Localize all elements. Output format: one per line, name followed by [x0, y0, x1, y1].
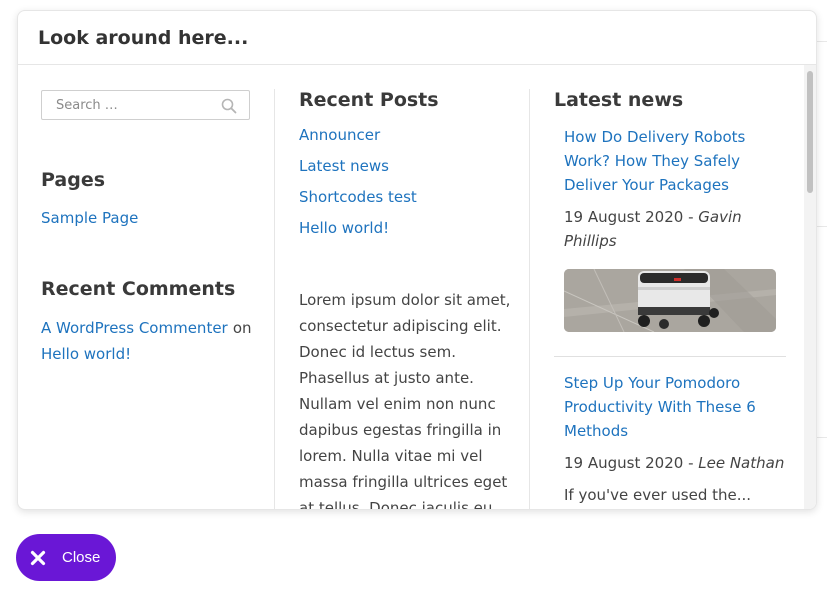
recent-posts-title: Recent Posts — [299, 89, 439, 111]
news-meta-separator: - — [683, 454, 699, 472]
search-input[interactable] — [54, 97, 218, 114]
close-button-label: Close — [62, 549, 101, 566]
list-item: Shortcodes test — [299, 187, 553, 218]
news-date: 19 August 2020 — [564, 208, 684, 226]
news-meta: 19 August 2020 - Lee Nathan — [564, 451, 786, 475]
list-item: Announcer — [299, 125, 553, 156]
news-date: 19 August 2020 — [564, 454, 684, 472]
list-item: Hello world! — [299, 218, 553, 249]
panel-header: Look around here... — [18, 11, 816, 65]
close-icon — [30, 550, 46, 565]
recent-comments-title: Recent Comments — [41, 278, 236, 300]
news-author: Lee Nathan — [698, 454, 785, 472]
news-meta: 19 August 2020 - Gavin Phillips — [564, 205, 786, 253]
sample-page-link[interactable]: Sample Page — [41, 209, 138, 227]
list-item: Latest news — [299, 156, 553, 187]
column-left: Pages Sample Page Recent Comments A Word… — [41, 65, 253, 509]
look-around-panel: Look around here... Pages Sample Page Re… — [17, 10, 817, 510]
column-middle: Recent Posts Announcer Latest news Short… — [274, 89, 553, 509]
news-title-link[interactable]: How Do Delivery Robots Work? How They Sa… — [564, 125, 786, 197]
search-form — [41, 90, 250, 120]
comment-author-link[interactable]: A WordPress Commenter — [41, 319, 228, 337]
pages-widget-title: Pages — [41, 169, 106, 191]
recent-post-link[interactable]: Latest news — [299, 157, 389, 175]
panel-body[interactable]: Pages Sample Page Recent Comments A Word… — [18, 65, 816, 509]
search-icon[interactable] — [221, 98, 237, 114]
close-button[interactable]: Close — [16, 534, 116, 581]
text-widget-body: Lorem ipsum dolor sit amet, consectetur … — [299, 291, 511, 509]
news-meta-separator: - — [683, 208, 699, 226]
comment-post-link[interactable]: Hello world! — [41, 345, 131, 363]
recent-post-link[interactable]: Hello world! — [299, 219, 389, 237]
news-item: Step Up Your Pomodoro Productivity With … — [554, 371, 786, 507]
recent-post-link[interactable]: Announcer — [299, 126, 380, 144]
panel-scrollbar[interactable] — [804, 65, 816, 509]
scrollbar-thumb[interactable] — [807, 71, 813, 193]
news-divider — [554, 356, 786, 357]
news-thumbnail-image[interactable] — [564, 269, 776, 332]
recent-post-link[interactable]: Shortcodes test — [299, 188, 417, 206]
news-excerpt: If you've ever used the... — [564, 486, 752, 504]
delivery-robot-image — [564, 269, 776, 332]
column-right: Latest news How Do Delivery Robots Work?… — [529, 89, 798, 509]
news-item: How Do Delivery Robots Work? How They Sa… — [554, 125, 786, 332]
recent-posts-list: Announcer Latest news Shortcodes test He… — [299, 125, 553, 249]
panel-title: Look around here... — [38, 26, 249, 49]
latest-news-title: Latest news — [554, 89, 684, 111]
comment-entry: A WordPress Commenter on — [41, 318, 252, 337]
news-title-link[interactable]: Step Up Your Pomodoro Productivity With … — [564, 371, 786, 443]
comment-on-text: on — [232, 319, 252, 337]
